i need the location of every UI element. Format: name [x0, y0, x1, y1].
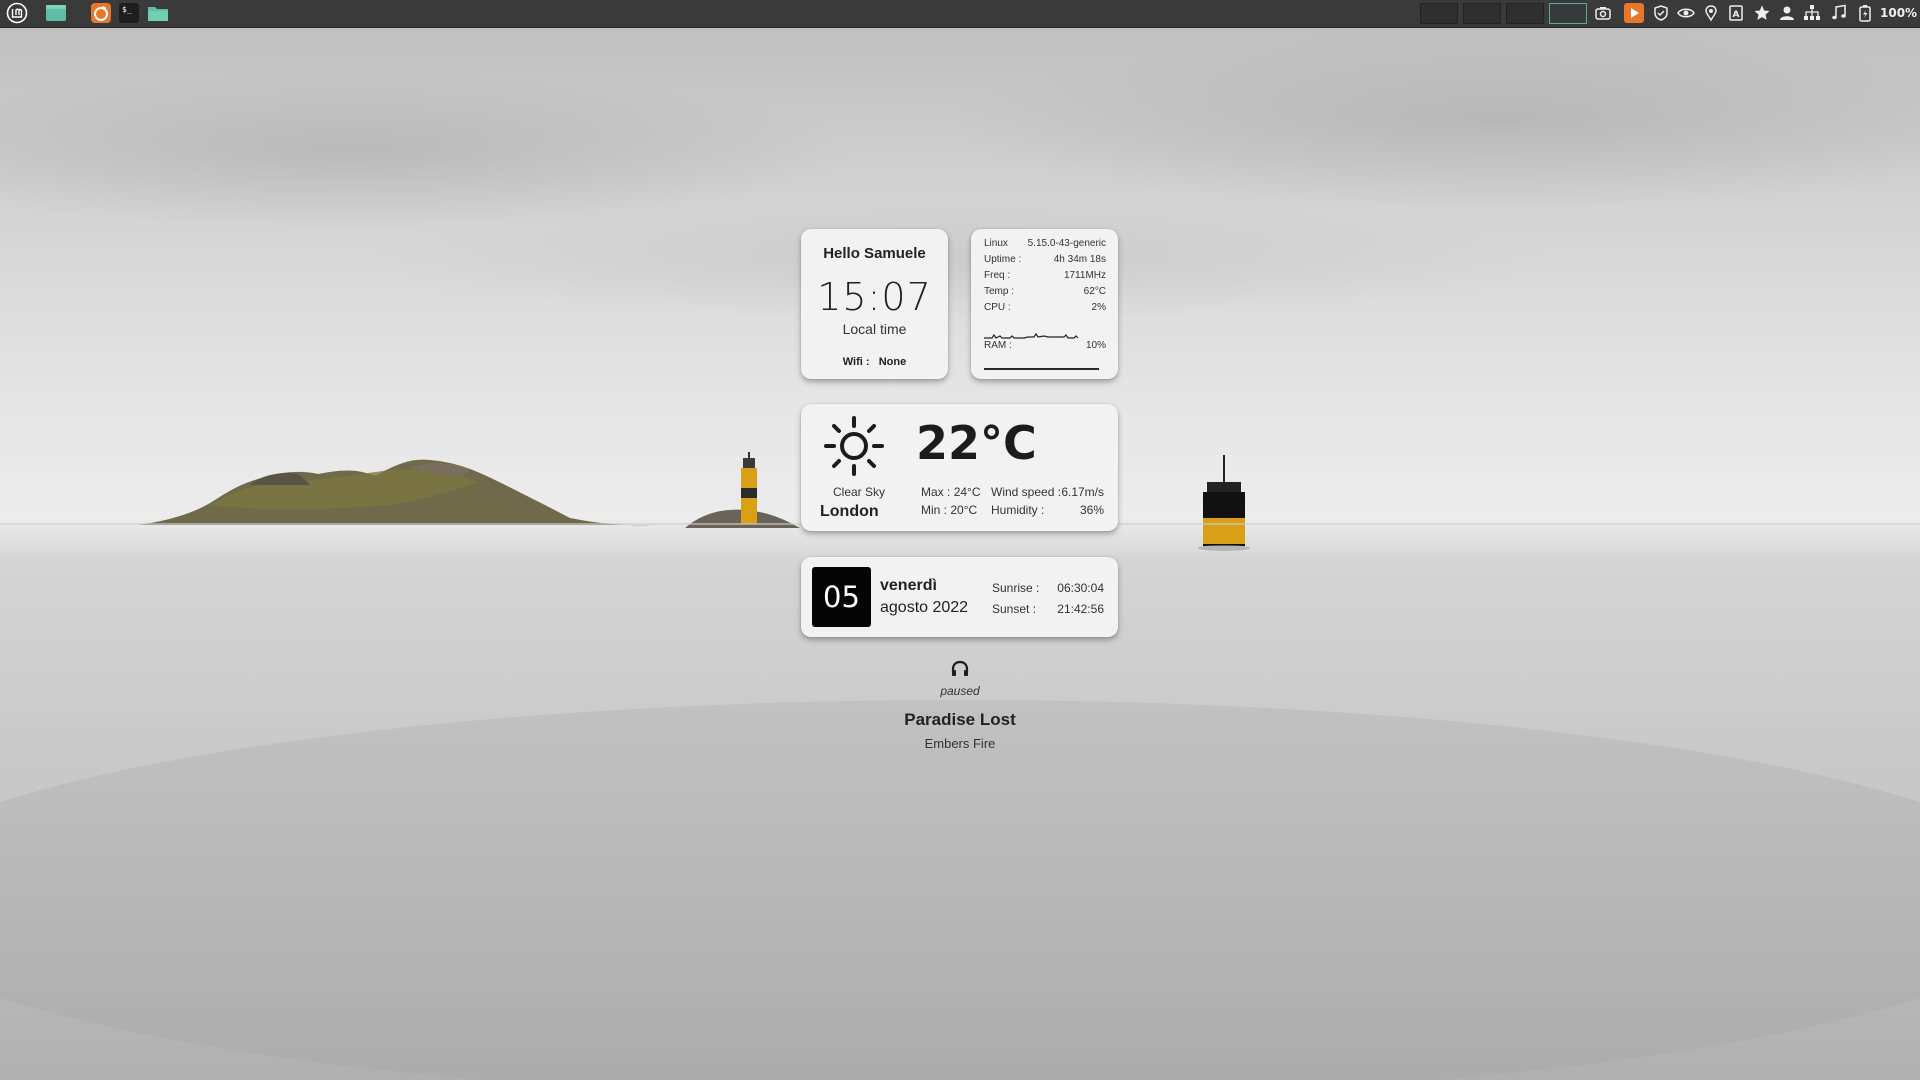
month-year: agosto 2022	[880, 599, 969, 616]
media-player-icon[interactable]	[1624, 3, 1644, 23]
weather-city: London	[820, 503, 879, 520]
sunset-label: Sunset :	[992, 602, 1037, 616]
top-panel: $_ A 100%	[0, 0, 1920, 28]
weekday: venerdì	[880, 577, 937, 594]
media-artist: Embers Fire	[924, 736, 996, 751]
workspace-4[interactable]	[1549, 3, 1587, 24]
workspace-1[interactable]	[1420, 3, 1458, 24]
ram-bar	[984, 368, 1099, 370]
min-label: Min :	[921, 503, 948, 517]
min-value: 20°C	[950, 503, 978, 517]
files-icon[interactable]	[147, 2, 169, 24]
humidity-value: 36%	[1079, 503, 1104, 517]
sys-value: 5.15.0-43-generic	[1027, 238, 1106, 249]
greeting-text: Hello Samuele	[823, 245, 926, 262]
show-desktop-icon[interactable]	[45, 2, 67, 24]
clock-widget: Hello Samuele 15:07 Local time Wifi : No…	[801, 229, 948, 379]
sys-value: 4h 34m 18s	[1053, 254, 1106, 265]
sys-value: 62°C	[1083, 286, 1106, 297]
day-number: 05	[812, 567, 871, 627]
wind-value: 6.17m/s	[1061, 485, 1104, 499]
desktop-wallpaper	[0, 0, 1920, 1080]
wifi-status: Wifi : None	[801, 356, 948, 368]
svg-text:$_: $_	[122, 5, 132, 14]
network-icon[interactable]	[1803, 4, 1821, 22]
user-icon[interactable]	[1778, 4, 1796, 22]
terminal-icon[interactable]: $_	[118, 2, 140, 24]
location-icon[interactable]	[1702, 4, 1720, 22]
svg-text:A: A	[1733, 10, 1740, 20]
wind-label: Wind speed :	[991, 485, 1062, 499]
star-icon[interactable]	[1753, 4, 1771, 22]
music-note-icon[interactable]	[1830, 4, 1848, 22]
sys-key: CPU :	[984, 302, 1011, 313]
sys-key: Freq :	[984, 270, 1011, 281]
max-label: Max :	[921, 485, 951, 499]
sunrise-value: 06:30:04	[1057, 581, 1104, 595]
cpu-graph	[984, 332, 1079, 339]
time-label: Local time	[842, 321, 907, 337]
sys-key: Linux	[984, 238, 1008, 249]
weather-min: Min : 20°C	[921, 503, 977, 517]
battery-percentage: 100%	[1880, 6, 1918, 20]
ram-label: RAM :	[984, 340, 1012, 351]
headphones-icon[interactable]	[950, 660, 970, 678]
ram-value: 10%	[1085, 340, 1106, 351]
wifi-label: Wifi :	[842, 356, 870, 368]
sys-key: Temp :	[984, 286, 1015, 297]
shield-icon[interactable]	[1652, 4, 1670, 22]
sunrise-label: Sunrise :	[992, 581, 1040, 595]
firefox-icon[interactable]	[90, 2, 112, 24]
system-monitor-widget: Linux 5.15.0-43-generic Uptime : 4h 34m …	[971, 229, 1118, 379]
sys-key: Uptime :	[984, 254, 1022, 265]
screenshot-icon[interactable]	[1594, 4, 1612, 22]
max-value: 24°C	[953, 485, 981, 499]
weather-widget: 22°C Clear Sky London Max : 24°C Min : 2…	[801, 404, 1118, 531]
workspace-2[interactable]	[1463, 3, 1501, 24]
sys-value: 2%	[1091, 302, 1106, 313]
eye-icon[interactable]	[1677, 4, 1695, 22]
mint-menu-icon[interactable]	[6, 2, 28, 24]
document-icon[interactable]: A	[1727, 4, 1745, 22]
workspace-3[interactable]	[1506, 3, 1544, 24]
wifi-value: None	[878, 356, 907, 368]
sunset-value: 21:42:56	[1057, 602, 1104, 616]
weather-temperature: 22°C	[916, 416, 1037, 470]
humidity-label: Humidity :	[991, 503, 1045, 517]
clock-time: 15:07	[817, 275, 932, 319]
sun-icon	[824, 416, 884, 476]
media-status: paused	[940, 684, 980, 698]
battery-icon[interactable]	[1856, 4, 1874, 22]
sys-value: 1711MHz	[1063, 270, 1106, 281]
date-widget: 05 venerdì agosto 2022 Sunrise : 06:30:0…	[801, 557, 1118, 637]
media-title: Paradise Lost	[904, 710, 1016, 729]
weather-max: Max : 24°C	[921, 485, 981, 499]
weather-condition: Clear Sky	[833, 485, 886, 499]
